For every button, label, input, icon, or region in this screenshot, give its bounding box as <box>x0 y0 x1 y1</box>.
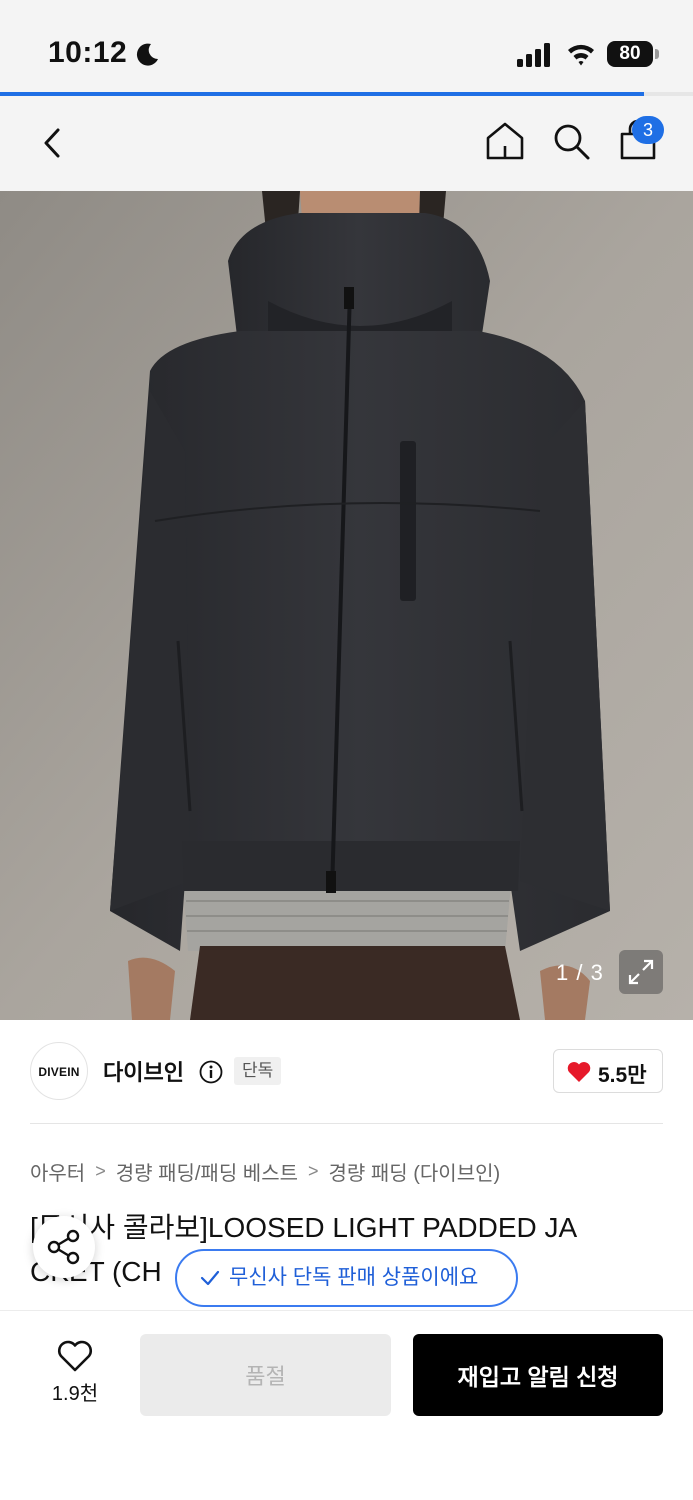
product-image[interactable] <box>0 191 693 1020</box>
wishlist-button[interactable]: 1.9천 <box>40 1335 110 1411</box>
brand-name[interactable]: 다이브인 <box>103 1055 184 1087</box>
info-icon[interactable] <box>199 1060 223 1084</box>
sold-out-button: 품절 <box>140 1334 391 1416</box>
check-icon <box>200 1270 220 1286</box>
heart-outline-icon <box>58 1340 92 1372</box>
signal-icon <box>517 43 550 67</box>
divider <box>30 1123 663 1124</box>
battery-indicator: 80 <box>607 41 653 67</box>
exclusive-toast: 무신사 단독 판매 상품이에요 <box>175 1249 518 1307</box>
chevron-right-icon: > <box>95 1161 106 1181</box>
nav-header <box>0 96 693 191</box>
status-bar: 10:12 80 <box>0 0 693 92</box>
breadcrumb-item[interactable]: 경량 패딩/패딩 베스트 <box>116 1163 298 1185</box>
toast-text: 무신사 단독 판매 상품이에요 <box>229 1266 479 1289</box>
chevron-right-icon: > <box>308 1161 319 1181</box>
expand-icon <box>628 959 654 985</box>
brand-like-button[interactable]: 5.5만 <box>553 1049 663 1093</box>
expand-image-button[interactable] <box>619 950 663 994</box>
battery-tip <box>655 49 659 59</box>
share-icon <box>47 1229 80 1265</box>
brand-logo[interactable]: DIVEIN <box>30 1042 88 1100</box>
wifi-icon <box>568 44 594 66</box>
search-icon[interactable] <box>550 120 592 162</box>
product-title: [무신사 콜라보]LOOSED LIGHT PADDED JA <box>30 1212 578 1243</box>
product-photo <box>0 191 693 1020</box>
image-counter: 1 / 3 <box>556 960 604 985</box>
share-button[interactable] <box>33 1216 95 1278</box>
bottom-action-bar: 1.9천 품절 재입고 알림 신청 <box>0 1310 693 1500</box>
wishlist-count: 1.9천 <box>51 1383 99 1405</box>
restock-alert-button[interactable]: 재입고 알림 신청 <box>413 1334 663 1416</box>
breadcrumb-item[interactable]: 경량 패딩 (다이브인) <box>329 1163 501 1185</box>
moon-icon <box>136 43 158 66</box>
breadcrumb-item[interactable]: 아우터 <box>30 1163 85 1185</box>
cart-count-badge: 3 <box>632 116 664 144</box>
home-icon[interactable] <box>484 120 526 162</box>
breadcrumb: 아우터 > 경량 패딩/패딩 베스트 > 경량 패딩 (다이브인) <box>30 1157 500 1186</box>
exclusive-badge: 단독 <box>234 1057 282 1085</box>
heart-filled-icon <box>567 1062 591 1082</box>
status-time: 10:12 <box>48 36 128 69</box>
brand-row: DIVEIN 다이브인 단독 5.5만 <box>30 1042 663 1100</box>
back-icon[interactable] <box>38 124 68 162</box>
brand-like-count: 5.5만 <box>598 1064 647 1087</box>
